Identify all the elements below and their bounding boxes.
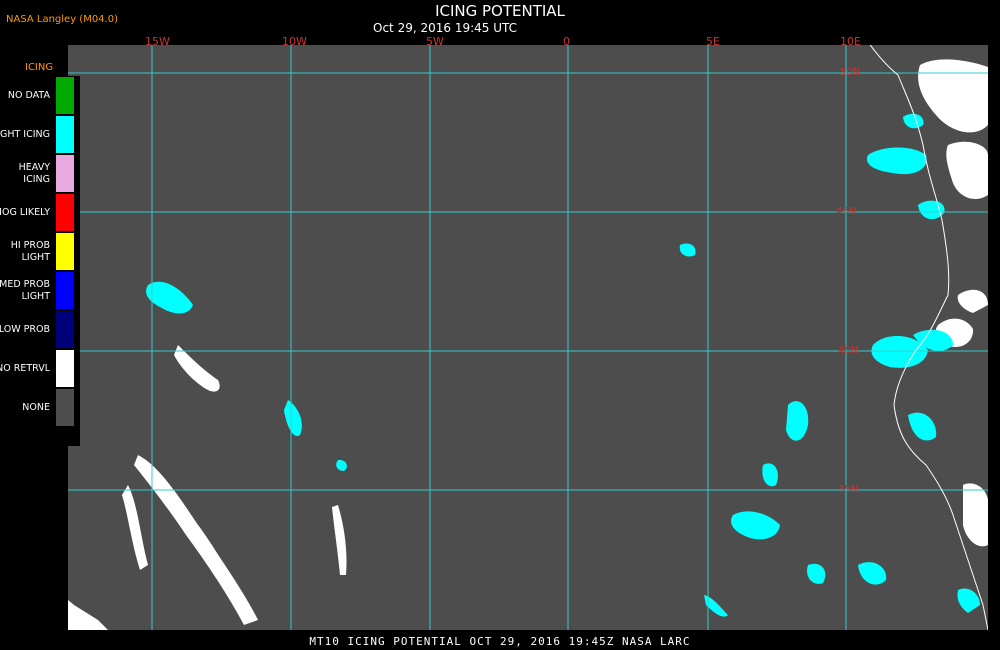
legend-label: HI PROB LIGHT — [10, 239, 50, 263]
legend-label: NO DATA — [7, 89, 50, 101]
legend-label: MOG LIKELY — [0, 206, 50, 218]
legend-item: LOW PROB — [0, 310, 76, 349]
legend-swatch — [56, 350, 74, 387]
legend-label: NIGHT ICING — [0, 128, 50, 140]
legend-swatch — [56, 116, 74, 153]
legend-swatch — [56, 389, 74, 426]
legend-swatch — [56, 194, 74, 231]
icing-map — [68, 45, 988, 630]
legend-item: NO RETRVL — [0, 349, 76, 388]
legend-item: HEAVY ICING — [0, 154, 76, 193]
legend-title: ICING — [25, 62, 54, 73]
legend-label: MED PROB LIGHT — [0, 278, 50, 302]
legend-item: MED PROB LIGHT — [0, 271, 76, 310]
lat-label-35n: 35N — [838, 484, 859, 495]
footer-caption: MT10 ICING POTENTIAL OCT 29, 2016 19:45Z… — [309, 635, 691, 648]
legend-label: NONE — [22, 401, 50, 413]
legend: NO DATA NIGHT ICING HEAVY ICING MOG LIKE… — [0, 76, 80, 446]
legend-label: HEAVY ICING — [18, 161, 50, 185]
legend-item: MOG LIKELY — [0, 193, 76, 232]
legend-swatch — [56, 77, 74, 114]
map-title: ICING POTENTIAL — [435, 2, 565, 20]
legend-item: HI PROB LIGHT — [0, 232, 76, 271]
legend-label: LOW PROB — [0, 323, 50, 335]
legend-item: NONE — [0, 388, 76, 427]
lat-label-45n: 45N — [836, 206, 857, 217]
legend-swatch — [56, 272, 74, 309]
legend-item: NIGHT ICING — [0, 115, 76, 154]
lat-label-40n: 40N — [838, 345, 859, 356]
lat-label-50n: 50N — [840, 67, 861, 78]
legend-swatch — [56, 155, 74, 192]
legend-swatch — [56, 233, 74, 270]
legend-swatch — [56, 311, 74, 348]
map-timestamp: Oct 29, 2016 19:45 UTC — [373, 21, 517, 35]
legend-item: NO DATA — [0, 76, 76, 115]
legend-label: NO RETRVL — [0, 362, 50, 374]
